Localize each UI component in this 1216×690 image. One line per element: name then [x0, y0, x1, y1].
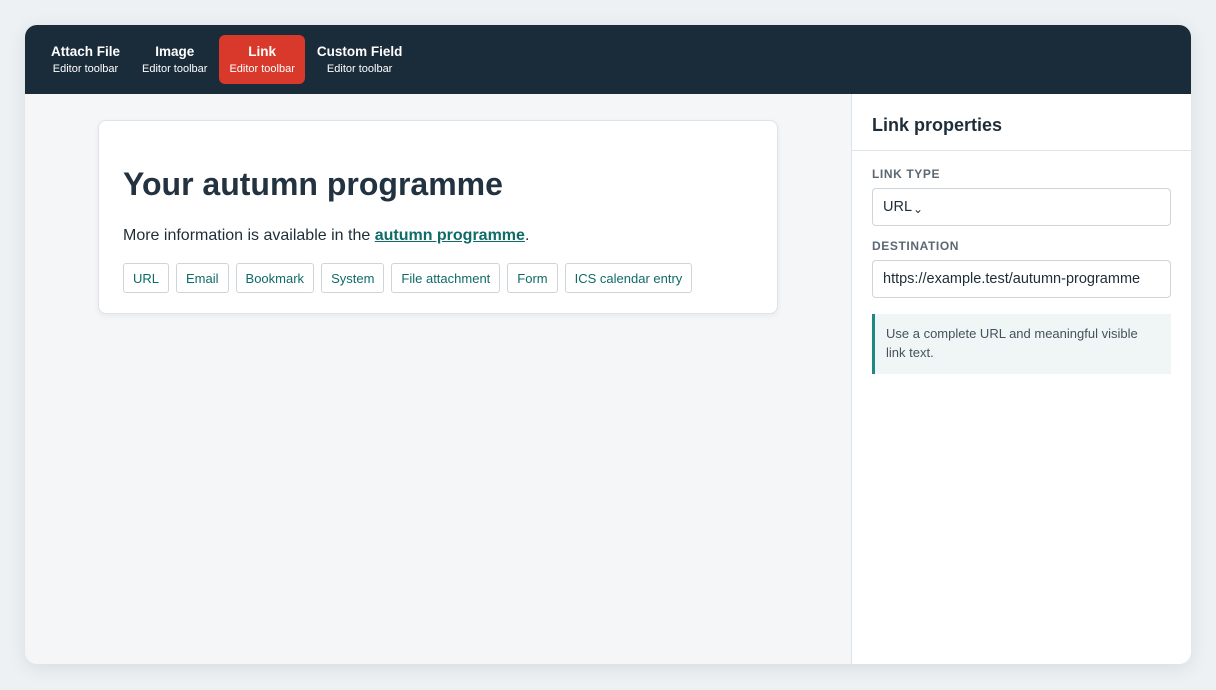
editor-window: Attach File Editor toolbar Image Editor …	[25, 25, 1191, 664]
chip-bookmark[interactable]: Bookmark	[235, 263, 315, 293]
panel-title: Link properties	[852, 94, 1191, 151]
editor-toolbar: Attach File Editor toolbar Image Editor …	[25, 25, 1191, 94]
chip-form[interactable]: Form	[507, 263, 558, 293]
document-paragraph[interactable]: More information is available in the aut…	[123, 226, 753, 246]
chevron-down-icon: ⌄	[913, 202, 924, 216]
chip-system[interactable]: System	[321, 263, 385, 293]
chip-url[interactable]: URL	[123, 263, 170, 293]
tool-image[interactable]: Image Editor toolbar	[132, 35, 217, 84]
link-type-select[interactable]: URL ⌄	[872, 188, 1171, 226]
link-properties-panel: Link properties LINK TYPE URL ⌄ DESTINATI…	[851, 94, 1191, 664]
document-canvas: Your autumn programme More information i…	[25, 94, 851, 664]
editor-content: Your autumn programme More information i…	[25, 94, 1191, 664]
link-type-chips: URL Email Bookmark System File attachmen…	[123, 263, 753, 293]
document-heading[interactable]: Your autumn programme	[123, 166, 753, 202]
link-type-value: URL	[883, 199, 913, 215]
tool-title: Attach File	[51, 43, 121, 59]
tool-subtitle: Editor toolbar	[52, 62, 119, 75]
destination-value: https://example.test/autumn-programme	[883, 271, 1141, 287]
paragraph-text: More information is available in the	[123, 227, 375, 244]
tool-subtitle: Editor toolbar	[326, 62, 393, 75]
chip-ics-calendar-entry[interactable]: ICS calendar entry	[564, 263, 693, 293]
tool-attach-file[interactable]: Attach File Editor toolbar	[41, 35, 130, 84]
chip-file-attachment[interactable]: File attachment	[391, 263, 501, 293]
tool-title: Image	[155, 43, 195, 59]
tool-subtitle: Editor toolbar	[142, 62, 208, 75]
tool-title: Link	[248, 43, 277, 59]
destination-label: DESTINATION	[872, 239, 960, 253]
inline-link[interactable]: autumn programme	[375, 227, 525, 244]
document-card: Your autumn programme More information i…	[98, 120, 778, 314]
chip-email[interactable]: Email	[176, 263, 229, 293]
help-note: Use a complete URL and meaningful visibl…	[872, 314, 1171, 374]
tool-custom-field[interactable]: Custom Field Editor toolbar	[307, 35, 413, 84]
panel-body: LINK TYPE URL ⌄ DESTINATION https://examp…	[852, 151, 1191, 374]
destination-input[interactable]: https://example.test/autumn-programme	[872, 260, 1171, 298]
paragraph-end: .	[524, 227, 530, 244]
tool-title: Custom Field	[316, 43, 403, 59]
tool-subtitle: Editor toolbar	[229, 62, 295, 75]
link-type-label: LINK TYPE	[872, 167, 941, 181]
tool-link[interactable]: Link Editor toolbar	[219, 35, 305, 84]
